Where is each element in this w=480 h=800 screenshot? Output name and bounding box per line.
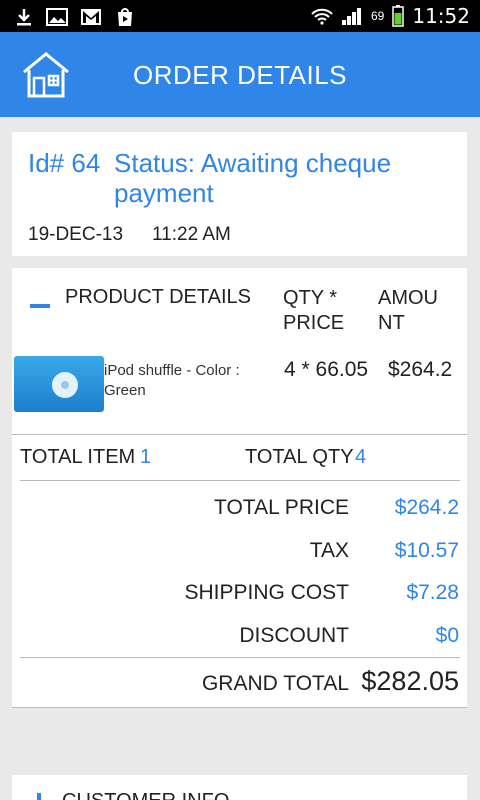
order-status: Status: Awaiting cheque payment <box>114 148 392 208</box>
order-date: 19-DEC-13 <box>28 224 124 245</box>
download-icon <box>17 9 31 26</box>
total-item-label: TOTAL ITEM <box>20 446 136 468</box>
app-header: ORDER DETAILS <box>0 32 480 117</box>
total-item-value: 1 <box>140 446 152 468</box>
product-qty-price: 4 * 66.05 <box>284 358 369 381</box>
product-image <box>14 356 104 412</box>
total-qty-label: TOTAL QTY <box>245 446 354 468</box>
notification-icons <box>14 6 136 28</box>
tax-label: TAX <box>309 539 349 562</box>
collapse-icon[interactable] <box>30 304 50 308</box>
order-id: Id# 64 <box>28 148 101 178</box>
wifi-icon <box>311 8 333 25</box>
discount-value: $0 <box>435 624 459 647</box>
battery-percent: 69 <box>371 9 385 23</box>
image-icon <box>46 8 68 26</box>
product-name: iPod shuffle - Color : Green <box>104 362 240 399</box>
grand-total-value: $282.05 <box>361 666 459 696</box>
battery-icon <box>392 5 405 27</box>
clock: 11:52 <box>412 4 470 28</box>
product-amount: $264.2 <box>388 358 453 381</box>
qty-price-column-header: QTY * PRICE <box>283 287 345 334</box>
expand-icon[interactable] <box>37 793 41 800</box>
divider <box>20 480 460 481</box>
product-details-card: PRODUCT DETAILS QTY * PRICE AMOUNT iPod … <box>12 268 467 708</box>
customer-info-label: CUSTOMER INFO <box>62 790 229 800</box>
divider <box>20 657 460 658</box>
signal-icon <box>342 8 361 25</box>
total-qty-value: 4 <box>355 446 367 468</box>
system-indicators: 69 11:52 <box>311 4 470 28</box>
total-price-value: $264.2 <box>394 496 459 519</box>
order-time: 11:22 AM <box>152 224 231 245</box>
total-price-label: TOTAL PRICE <box>214 496 349 519</box>
page-title: ORDER DETAILS <box>132 60 348 90</box>
grand-total-label: GRAND TOTAL <box>201 672 349 695</box>
discount-label: DISCOUNT <box>239 624 349 647</box>
amount-column-header: AMOUNT <box>378 287 438 334</box>
gmail-icon <box>81 9 101 25</box>
order-summary-card: Id# 64 Status: Awaiting cheque payment 1… <box>12 132 467 256</box>
status-bar: 69 11:52 <box>0 0 480 32</box>
product-column-header: PRODUCT DETAILS <box>65 286 251 308</box>
customer-info-card[interactable]: CUSTOMER INFO <box>12 775 467 800</box>
shipping-label: SHIPPING COST <box>184 581 349 604</box>
divider <box>12 434 467 435</box>
tax-value: $10.57 <box>394 539 459 562</box>
store-icon <box>118 8 132 26</box>
shipping-value: $7.28 <box>406 581 459 604</box>
